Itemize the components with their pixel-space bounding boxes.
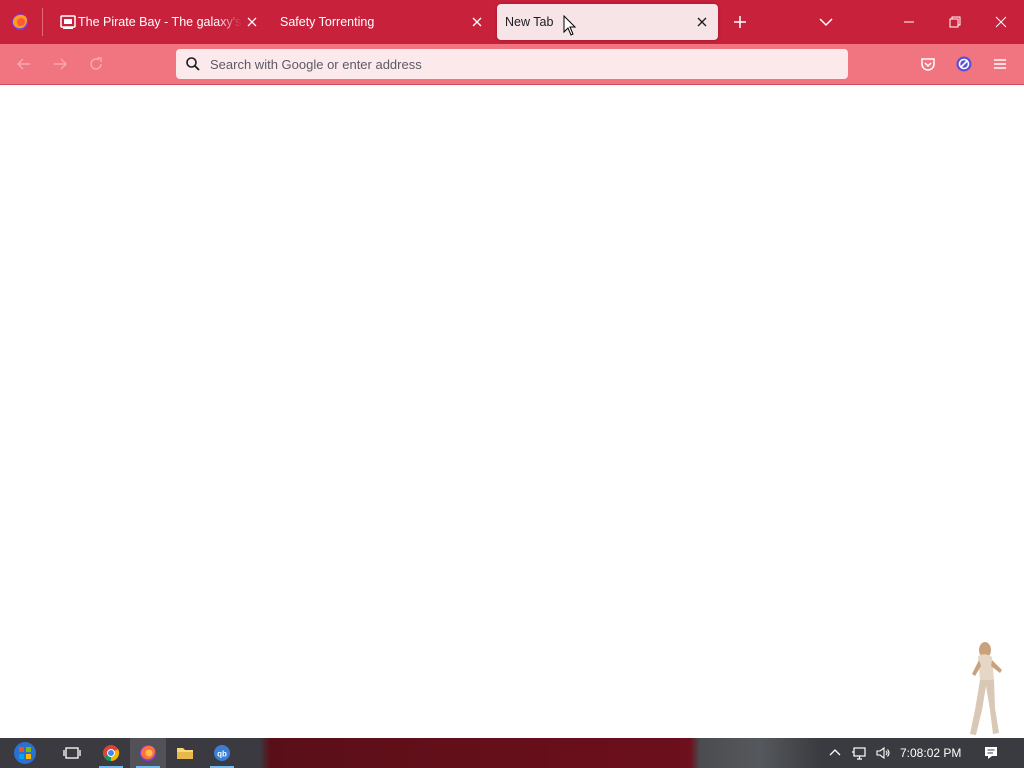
reload-icon[interactable] — [87, 55, 105, 73]
taskbar-clock[interactable]: 7:08:02 PM — [900, 746, 961, 760]
volume-icon[interactable] — [875, 745, 891, 761]
tab-title: The Pirate Bay - The galaxy's m — [78, 15, 242, 29]
tab-new-tab[interactable]: New Tab — [497, 4, 718, 40]
forward-icon[interactable] — [51, 55, 69, 73]
tab-strip: The Pirate Bay - The galaxy's m Safety T… — [0, 0, 1024, 44]
pirate-ship-icon — [60, 15, 76, 29]
search-icon — [186, 57, 200, 71]
firefox-menu-icon[interactable] — [10, 12, 30, 32]
windows-taskbar: qb 7:08:02 PM — [0, 738, 1024, 768]
new-tab-icon[interactable] — [730, 12, 750, 32]
start-button[interactable] — [8, 738, 44, 768]
firefox-icon — [140, 745, 156, 761]
taskbar-file-explorer[interactable] — [167, 738, 203, 768]
close-tab-icon[interactable] — [695, 15, 709, 29]
pocket-icon[interactable] — [919, 55, 937, 73]
list-all-tabs-icon[interactable] — [816, 12, 836, 32]
hamburger-menu-icon[interactable] — [991, 55, 1009, 73]
navigation-toolbar: Search with Google or enter address — [0, 44, 1024, 85]
desktop-character-icon — [970, 642, 1002, 735]
tab-safety-torrenting[interactable]: Safety Torrenting — [270, 4, 492, 40]
tab-title: Safety Torrenting — [280, 15, 375, 29]
taskbar-firefox[interactable] — [130, 738, 166, 768]
tab-pirate-bay[interactable]: The Pirate Bay - The galaxy's m — [48, 4, 264, 40]
mouse-cursor-icon — [563, 15, 577, 36]
minimize-icon[interactable] — [899, 12, 919, 32]
task-view-button[interactable] — [54, 738, 90, 768]
address-bar[interactable]: Search with Google or enter address — [176, 49, 848, 79]
show-hidden-icons-icon[interactable] — [827, 745, 843, 761]
close-tab-icon[interactable] — [470, 15, 484, 29]
tab-separator — [42, 8, 43, 36]
back-icon[interactable] — [15, 55, 33, 73]
network-icon[interactable] — [851, 745, 867, 761]
restore-icon[interactable] — [945, 12, 965, 32]
taskbar-chrome[interactable] — [93, 738, 129, 768]
page-content — [0, 85, 1024, 738]
extension-blocker-icon[interactable] — [955, 55, 973, 73]
action-center-icon[interactable] — [983, 745, 999, 761]
start-icon — [14, 742, 36, 764]
address-bar-placeholder: Search with Google or enter address — [210, 57, 422, 72]
qbittorrent-icon: qb — [214, 745, 230, 761]
file-explorer-icon — [177, 748, 193, 759]
tab-title: New Tab — [505, 15, 554, 29]
close-tab-icon[interactable] — [245, 15, 259, 29]
task-view-icon — [63, 747, 81, 759]
chrome-icon — [103, 745, 120, 762]
taskbar-qbittorrent[interactable]: qb — [204, 738, 240, 768]
svg-text:qb: qb — [217, 750, 227, 759]
close-window-icon[interactable] — [991, 12, 1011, 32]
